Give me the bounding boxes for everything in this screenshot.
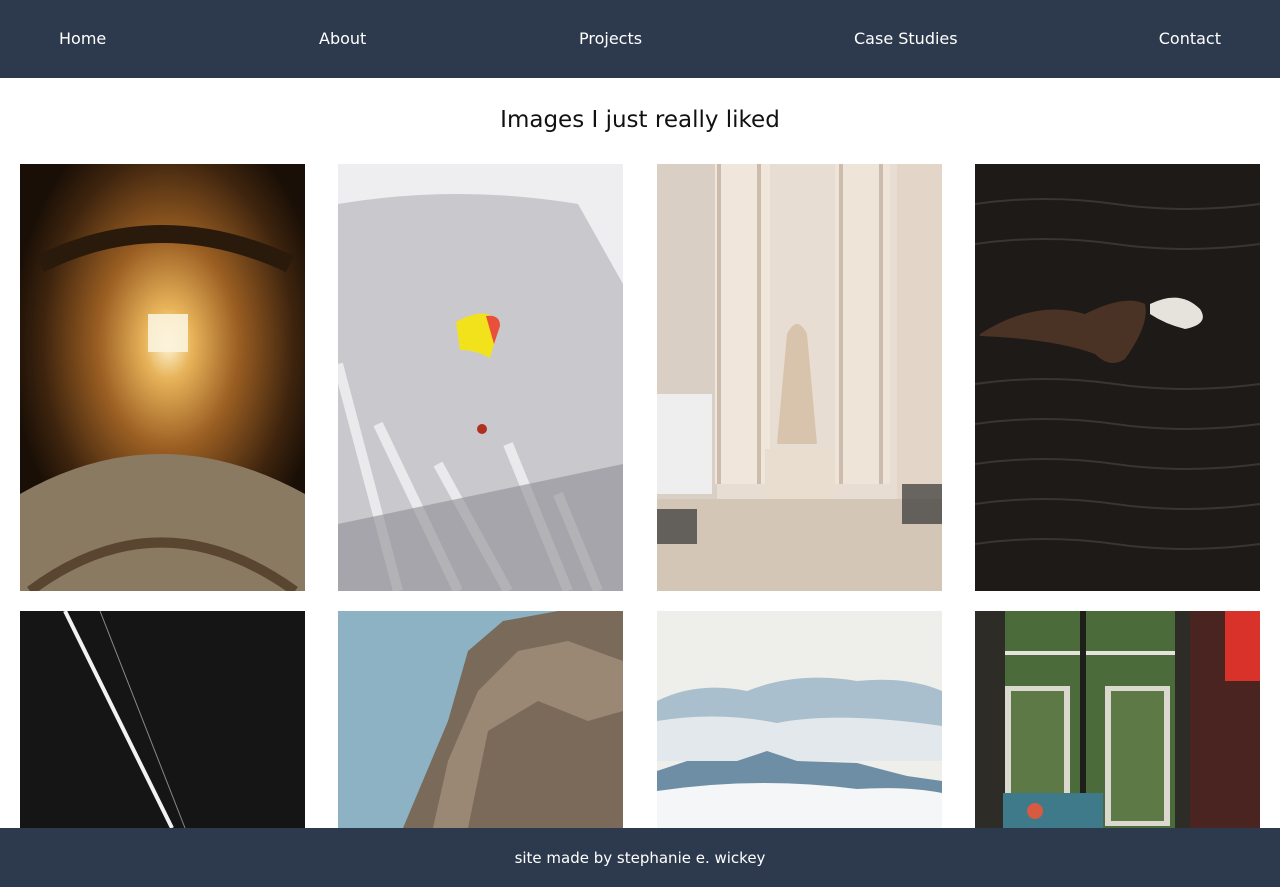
footer-credit: site made by stephanie e. wickey <box>514 849 766 867</box>
photo-light-streak[interactable] <box>20 611 305 828</box>
site-footer: site made by stephanie e. wickey <box>0 828 1280 887</box>
photo-gallery <box>0 0 1280 887</box>
photo-misty-mountains[interactable] <box>657 611 942 828</box>
photo-whale[interactable] <box>975 164 1260 591</box>
photo-columns-statue[interactable] <box>657 164 942 591</box>
photo-paraglider[interactable] <box>338 164 623 591</box>
photo-cliff[interactable] <box>338 611 623 828</box>
photo-dome-skylight[interactable] <box>20 164 305 591</box>
photo-window[interactable] <box>975 611 1260 828</box>
